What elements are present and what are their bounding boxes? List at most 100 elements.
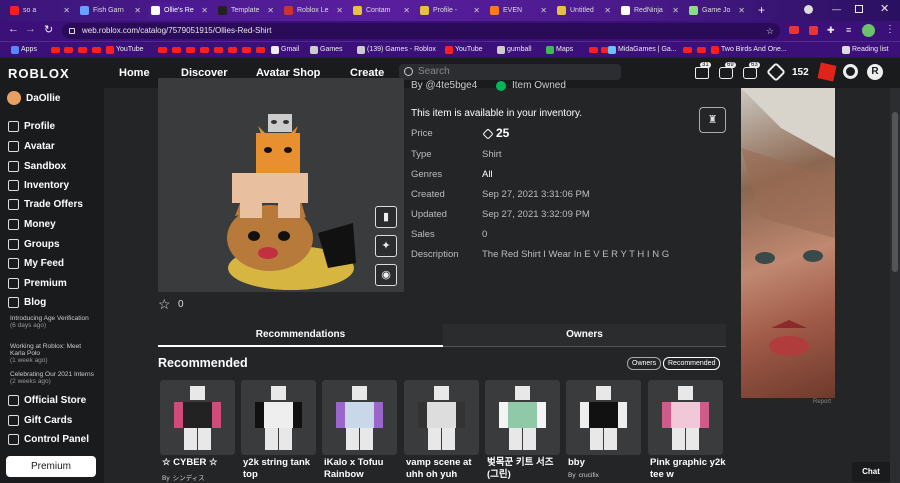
chat-button[interactable]: Chat: [852, 462, 890, 482]
blog-news-item[interactable]: Introducing Age Verification (6 days ago): [10, 315, 98, 329]
bookmark-midagames[interactable]: MidaGames | Ga...: [608, 42, 677, 58]
back-icon[interactable]: ←: [8, 23, 19, 35]
hide-3d-icon[interactable]: ◉: [375, 264, 397, 286]
advertisement[interactable]: [741, 88, 835, 398]
youtube-bookmark-icon[interactable]: [64, 47, 73, 53]
recommended-item-name[interactable]: 벚목꾼 키트 서즈 (그린): [487, 457, 565, 481]
youtube-bookmark-icon[interactable]: [172, 47, 181, 53]
browser-tab[interactable]: so a ✕: [7, 2, 73, 19]
extension-icon-2[interactable]: [809, 26, 818, 35]
youtube-bookmark-icon[interactable]: [92, 47, 101, 53]
maximize-button[interactable]: [855, 5, 863, 13]
youtube-bookmark-icon[interactable]: [228, 47, 237, 53]
bookmark-youtube-2[interactable]: YouTube: [445, 42, 483, 58]
genres-value[interactable]: All: [482, 169, 493, 180]
sidebar-item-profile[interactable]: Profile: [8, 121, 55, 132]
recommended-item-name[interactable]: ☆ CYBER ☆: [162, 457, 240, 469]
close-tab-icon[interactable]: ✕: [403, 2, 410, 19]
bookmark-roblox-games[interactable]: (139) Games - Roblox: [357, 42, 436, 58]
avatar-preview-icon[interactable]: ✦: [375, 235, 397, 257]
bookmark-youtube[interactable]: YouTube: [106, 42, 144, 58]
profile-avatar-icon[interactable]: [862, 24, 875, 37]
item-creator[interactable]: By @4te5bge4: [411, 80, 477, 91]
bookmark-star-icon[interactable]: ☆: [766, 23, 774, 39]
settings-gear-icon[interactable]: [843, 64, 858, 79]
browser-tab[interactable]: Ollie's Re ✕: [148, 2, 211, 19]
bookmark-two-birds[interactable]: Two Birds And One...: [711, 42, 787, 58]
recommended-item-card[interactable]: [241, 380, 316, 455]
user-avatar[interactable]: [7, 91, 21, 105]
creator-name[interactable]: シンディス: [173, 475, 205, 482]
robux-balance[interactable]: 152: [792, 67, 809, 78]
youtube-bookmark-icon[interactable]: [78, 47, 87, 53]
youtube-bookmark-icon[interactable]: [158, 47, 167, 53]
sidebar-item-official-store[interactable]: Official Store: [8, 395, 86, 406]
recommended-item-name[interactable]: iKalo x Tofuu Rainbow: [324, 457, 402, 481]
recommended-item-card[interactable]: [566, 380, 641, 455]
bookmark-gumball[interactable]: gumball: [497, 42, 532, 58]
media-icon[interactable]: ≡: [846, 25, 851, 35]
close-tab-icon[interactable]: ✕: [267, 2, 274, 19]
sidebar-item-trade-offers[interactable]: Trade Offers: [8, 199, 83, 210]
browser-menu-icon[interactable]: ⋮: [885, 24, 895, 35]
builders-club-icon[interactable]: [817, 62, 837, 82]
url-field[interactable]: web.roblox.com/catalog/7579051915/Ollies…: [62, 23, 780, 39]
browser-tab[interactable]: Profile - ✕: [417, 2, 483, 19]
bookmark-maps[interactable]: Maps: [546, 42, 573, 58]
tab-search-icon[interactable]: [804, 5, 813, 14]
creator-name[interactable]: crucifix: [579, 472, 599, 479]
browser-tab[interactable]: Fish Garn ✕: [77, 2, 144, 19]
friends-icon[interactable]: [719, 67, 733, 79]
extensions-puzzle-icon[interactable]: ✚: [827, 25, 835, 36]
sidebar-item-groups[interactable]: Groups: [8, 239, 60, 250]
recommended-item-card[interactable]: [404, 380, 479, 455]
youtube-bookmark-icon[interactable]: [186, 47, 195, 53]
blog-news-item[interactable]: Celebrating Our 2021 Interns (2 weeks ago…: [10, 371, 98, 385]
tab-recommendations[interactable]: Recommendations: [158, 324, 443, 346]
sidebar-item-money[interactable]: Money: [8, 219, 56, 230]
browser-tab[interactable]: Template ✕: [215, 2, 277, 19]
sidebar-item-my-feed[interactable]: My Feed: [8, 258, 64, 269]
close-window-button[interactable]: ✕: [880, 2, 889, 15]
ad-report-link[interactable]: Report: [813, 399, 831, 405]
browser-tab[interactable]: Game Jo ✕: [686, 2, 748, 19]
owners-pill[interactable]: Owners: [627, 357, 662, 370]
blog-news-item[interactable]: Working at Roblox: Meet Karla Polo (1 wee…: [10, 343, 98, 364]
sidebar-item-gift-cards[interactable]: Gift Cards: [8, 415, 72, 426]
close-tab-icon[interactable]: ✕: [540, 2, 547, 19]
close-tab-icon[interactable]: ✕: [604, 2, 611, 19]
browser-tab[interactable]: EVEN ✕: [487, 2, 550, 19]
recommended-item-name[interactable]: bby: [568, 457, 646, 469]
messages-icon[interactable]: [695, 67, 709, 79]
minimize-button[interactable]: —: [832, 4, 841, 14]
premium-button[interactable]: Premium: [6, 456, 96, 477]
notifications-icon[interactable]: [743, 67, 757, 79]
recommended-item-name[interactable]: vamp scene at uhh oh yuh: [406, 457, 484, 481]
youtube-bookmark-icon[interactable]: [200, 47, 209, 53]
close-tab-icon[interactable]: ✕: [134, 2, 141, 19]
item-owner-action-button[interactable]: ♜: [699, 107, 726, 133]
page-scrollbar[interactable]: [890, 88, 900, 483]
forward-icon[interactable]: →: [25, 23, 36, 35]
recommended-item-card[interactable]: [160, 380, 235, 455]
youtube-bookmark-icon[interactable]: [589, 47, 598, 53]
close-tab-icon[interactable]: ✕: [336, 2, 343, 19]
nav-home[interactable]: Home: [119, 67, 150, 79]
youtube-bookmark-icon[interactable]: [683, 47, 692, 53]
sidebar-item-control-panel[interactable]: Control Panel: [8, 434, 89, 445]
sidebar-item-premium[interactable]: Premium: [8, 278, 67, 289]
scrollbar-thumb[interactable]: [892, 112, 898, 272]
tab-owners[interactable]: Owners: [443, 324, 726, 346]
try-on-icon[interactable]: ▮: [375, 206, 397, 228]
recommended-item-card[interactable]: [322, 380, 397, 455]
username[interactable]: DaOllie: [26, 93, 60, 104]
youtube-bookmark-icon[interactable]: [214, 47, 223, 53]
youtube-bookmark-icon[interactable]: [242, 47, 251, 53]
recommended-item-name[interactable]: y2k string tank top: [243, 457, 321, 481]
youtube-bookmark-icon[interactable]: [256, 47, 265, 53]
robux-icon[interactable]: [766, 62, 786, 82]
close-tab-icon[interactable]: ✕: [473, 2, 480, 19]
close-tab-icon[interactable]: ✕: [672, 2, 679, 19]
lock-icon[interactable]: [69, 28, 75, 34]
sidebar-item-inventory[interactable]: Inventory: [8, 180, 69, 191]
